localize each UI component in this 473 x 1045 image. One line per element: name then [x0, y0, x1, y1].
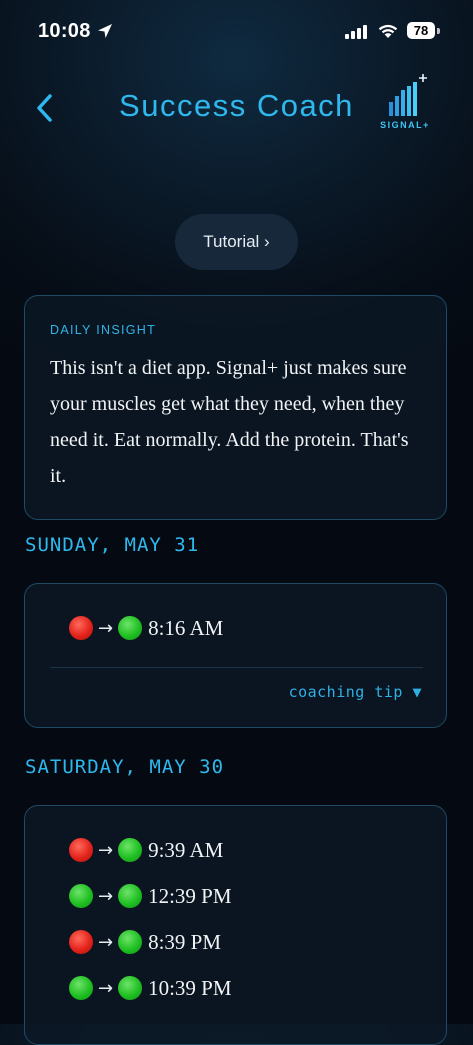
entry-time: 12:39 PM: [148, 883, 232, 908]
day-card-saturday: → 9:39 AM → 12:39 PM → 8:39 PM → 10:39 P…: [24, 805, 447, 1045]
green-status-dot-icon: [118, 616, 143, 640]
insight-label: DAILY INSIGHT: [50, 323, 157, 337]
insight-text: This isn't a diet app. Signal+ just make…: [50, 357, 409, 487]
right-arrow-icon: →: [98, 617, 114, 639]
entry-time: 8:16 AM: [148, 615, 224, 640]
red-status-dot-icon: [69, 838, 93, 862]
meal-entry-row: → 12:39 PM: [69, 881, 232, 911]
green-status-dot-icon: [118, 976, 143, 1000]
meal-entry-row: → 9:39 AM: [69, 835, 223, 865]
battery-icon: 78: [407, 22, 435, 39]
status-time: 10:08: [38, 20, 91, 42]
right-arrow-icon: →: [98, 839, 114, 861]
right-arrow-icon: →: [98, 977, 114, 999]
day-header-saturday: SATURDAY, MAY 30: [25, 756, 225, 778]
tutorial-button[interactable]: Tutorial ›: [175, 214, 298, 270]
day-card-sunday: → 8:16 AM coaching tip ▼: [24, 583, 447, 728]
meal-entry-row: → 10:39 PM: [69, 973, 232, 1003]
location-arrow-icon: [98, 24, 112, 38]
wifi-icon: [378, 24, 398, 38]
entry-time: 8:39 PM: [148, 929, 222, 954]
green-status-dot-icon: [118, 930, 143, 954]
green-status-dot-icon: [69, 884, 93, 908]
right-arrow-icon: →: [98, 885, 114, 907]
divider: [50, 667, 423, 668]
status-bar: 10:08 78: [0, 0, 473, 62]
green-status-dot-icon: [69, 976, 93, 1000]
entry-time: 9:39 AM: [148, 837, 224, 862]
right-arrow-icon: →: [98, 931, 114, 953]
red-status-dot-icon: [69, 930, 93, 954]
logo-bars-icon: [389, 74, 427, 116]
daily-insight-card: DAILY INSIGHT This isn't a diet app. Sig…: [24, 295, 447, 520]
day-header-sunday: SUNDAY, MAY 31: [25, 534, 200, 556]
coaching-tip-toggle[interactable]: coaching tip ▼: [289, 683, 422, 701]
green-status-dot-icon: [118, 884, 143, 908]
logo-text: SIGNAL+: [380, 120, 430, 130]
cellular-signal-icon: [345, 25, 367, 39]
entry-time: 10:39 PM: [148, 975, 232, 1000]
meal-entry-row: → 8:16 AM: [69, 613, 223, 643]
signal-plus-logo: SIGNAL+: [373, 72, 437, 130]
meal-entry-row: → 8:39 PM: [69, 927, 221, 957]
battery-nub: [437, 28, 440, 34]
red-status-dot-icon: [69, 616, 93, 640]
green-status-dot-icon: [118, 838, 143, 862]
